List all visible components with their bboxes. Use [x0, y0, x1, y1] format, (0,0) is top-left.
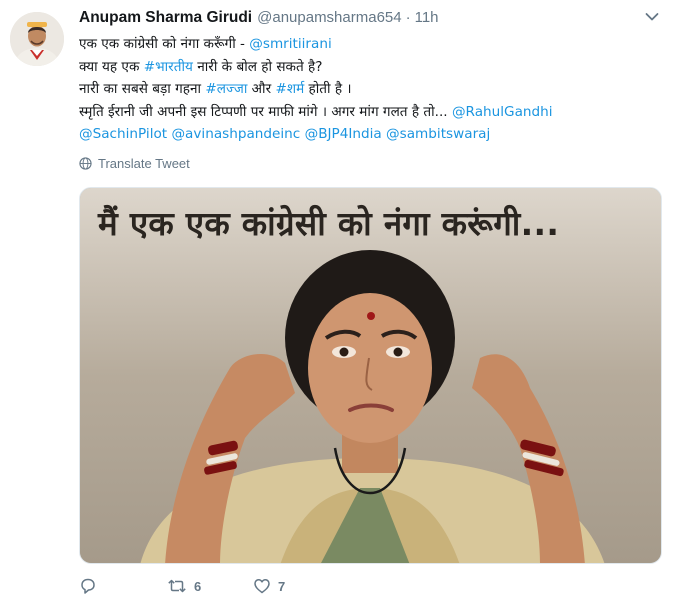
- tweet-text-line: क्या यह एक #भारतीय नारी के बोल हो सकते ह…: [79, 56, 664, 79]
- media-caption: मैं एक एक कांग्रेसी को नंगा करूंगी...: [98, 204, 560, 243]
- tweet-text-segment: नारी का सबसे बड़ा गहना: [79, 81, 206, 97]
- mention-link[interactable]: @smritiirani: [249, 36, 331, 52]
- tweet-text: एक एक कांग्रेसी को नंगा करूँगी - @smriti…: [79, 33, 664, 146]
- retweet-count: 6: [194, 578, 202, 594]
- tweet-media-image[interactable]: मैं एक एक कांग्रेसी को नंगा करूंगी...: [79, 187, 662, 564]
- tweet-actions: 6 7: [79, 575, 285, 597]
- translate-tweet-link[interactable]: Translate Tweet: [79, 156, 190, 171]
- author-name[interactable]: Anupam Sharma Girudi: [79, 9, 252, 27]
- tweet-card[interactable]: Anupam Sharma Girudi @anupamsharma654 · …: [0, 0, 673, 600]
- mention-link[interactable]: @SachinPilot @avinashpandeinc @BJP4India…: [79, 126, 490, 142]
- tweet-time[interactable]: 11h: [415, 9, 439, 26]
- like-count: 7: [278, 578, 286, 594]
- tweet-text-segment: क्या यह एक: [79, 58, 144, 75]
- reply-icon: [81, 578, 95, 594]
- tweet-text-line: एक एक कांग्रेसी को नंगा करूँगी - @smriti…: [79, 33, 664, 56]
- hashtag-link[interactable]: #शर्म: [275, 81, 304, 97]
- tweet-header: Anupam Sharma Girudi @anupamsharma654 · …: [79, 9, 633, 29]
- tweet-text-segment: और: [247, 81, 276, 97]
- tweet-text-segment: एक एक कांग्रेसी को नंगा करूँगी -: [79, 36, 250, 52]
- translate-label: Translate Tweet: [98, 156, 190, 171]
- mention-link[interactable]: @RahulGandhi: [452, 104, 553, 120]
- user-avatar[interactable]: [10, 12, 64, 66]
- retweet-icon: [168, 579, 186, 593]
- chevron-down-icon[interactable]: [645, 12, 659, 22]
- tweet-text-line: नारी का सबसे बड़ा गहना #लज्जा और #शर्म ह…: [79, 78, 664, 101]
- tweet-text-line: स्मृति ईरानी जी अपनी इस टिप्पणी पर माफी …: [79, 101, 664, 124]
- reply-button[interactable]: [79, 577, 167, 595]
- heart-icon: [254, 579, 270, 594]
- retweet-button[interactable]: 6: [167, 577, 253, 595]
- separator-dot: ·: [405, 9, 411, 26]
- tweet-text-line: @SachinPilot @avinashpandeinc @BJP4India…: [79, 123, 664, 146]
- author-handle[interactable]: @anupamsharma654: [257, 9, 401, 26]
- tweet-text-segment: स्मृति ईरानी जी अपनी इस टिप्पणी पर माफी …: [79, 103, 452, 120]
- tweet-text-segment: नारी के बोल हो सकते है?: [192, 58, 323, 75]
- like-button[interactable]: 7: [253, 577, 285, 595]
- globe-icon: [79, 157, 92, 170]
- hashtag-link[interactable]: #भारतीय: [144, 59, 193, 75]
- tweet-text-segment: होती है ।: [304, 81, 352, 97]
- hashtag-link[interactable]: #लज्जा: [205, 81, 247, 97]
